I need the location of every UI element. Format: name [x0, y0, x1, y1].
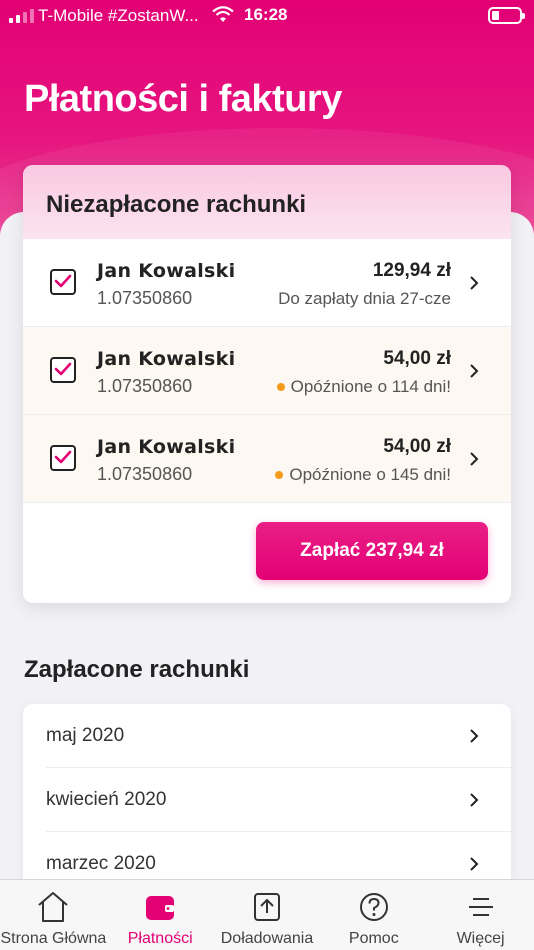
checkmark-icon: [54, 274, 72, 288]
tab-label: Pomoc: [348, 930, 399, 947]
topup-icon: [253, 893, 280, 921]
bill-checkbox[interactable]: [50, 357, 76, 383]
chevron-right-icon[interactable]: [469, 451, 479, 467]
unpaid-bills-card: Niezapłacone rachunki Jan Kowalski 1.073…: [23, 165, 511, 603]
bill-status-text: Do zapłaty dnia 27-cze: [278, 289, 451, 308]
chevron-right-icon[interactable]: [469, 363, 479, 379]
bill-account-number: 1.07350860: [97, 288, 193, 308]
bill-status: Opóźnione o 145 dni!: [275, 465, 451, 485]
wallet-icon: [146, 896, 175, 920]
checkmark-icon: [54, 450, 72, 464]
tab-help[interactable]: Pomoc: [320, 880, 427, 950]
paid-bills-title: Zapłacone rachunki: [24, 656, 250, 683]
help-icon: [359, 893, 388, 921]
carrier-name: T-Mobile #ZostanW...: [38, 6, 199, 25]
month-item[interactable]: maj 2020: [46, 704, 511, 768]
chevron-right-icon[interactable]: [469, 792, 479, 808]
tab-label: Więcej: [456, 930, 505, 947]
bill-status-text: Opóźnione o 145 dni!: [289, 465, 451, 484]
clock: 16:28: [244, 5, 288, 24]
bill-account-number: 1.07350860: [97, 376, 193, 396]
bill-amount: 54,00 zł: [383, 436, 451, 457]
bill-account-number: 1.07350860: [97, 464, 193, 484]
pay-button[interactable]: Zapłać 237,94 zł: [256, 522, 488, 580]
tab-label: Doładowania: [220, 930, 314, 947]
bill-holder-name: Jan Kowalski: [97, 260, 236, 282]
chevron-right-icon[interactable]: [469, 275, 479, 291]
chevron-right-icon[interactable]: [469, 728, 479, 744]
month-item[interactable]: kwiecień 2020: [46, 768, 511, 832]
bill-row[interactable]: Jan Kowalski 1.07350860 54,00 zł Opóźnio…: [23, 415, 511, 503]
month-label: kwiecień 2020: [46, 789, 167, 810]
signal-icon: [9, 9, 34, 23]
overdue-dot-icon: [276, 383, 285, 391]
bill-status: Do zapłaty dnia 27-cze: [278, 289, 451, 309]
checkmark-icon: [54, 362, 72, 376]
wifi-icon: [212, 6, 234, 22]
status-bar: T-Mobile #ZostanW... 16:28: [0, 0, 534, 32]
bill-checkbox[interactable]: [50, 269, 76, 295]
bill-checkbox[interactable]: [50, 445, 76, 471]
bill-amount: 129,94 zł: [372, 260, 451, 281]
tab-home[interactable]: Strona Główna: [0, 880, 107, 950]
tab-label: Płatności: [127, 930, 193, 947]
home-icon: [38, 892, 69, 922]
bill-status-text: Opóźnione o 114 dni!: [290, 377, 451, 396]
bill-holder-name: Jan Kowalski: [97, 348, 236, 370]
overdue-dot-icon: [275, 471, 284, 479]
tab-payments[interactable]: Płatności: [107, 880, 214, 950]
bill-amount: 54,00 zł: [383, 348, 451, 369]
battery-icon: [488, 7, 525, 24]
paid-bills-list: maj 2020 kwiecień 2020 marzec 2020: [23, 704, 511, 904]
month-label: marzec 2020: [46, 853, 156, 874]
tab-more[interactable]: Więcej: [427, 880, 534, 950]
chevron-right-icon[interactable]: [469, 856, 479, 872]
page-title: Płatności i faktury: [24, 78, 342, 120]
bill-holder-name: Jan Kowalski: [97, 436, 236, 458]
bill-row[interactable]: Jan Kowalski 1.07350860 129,94 zł Do zap…: [23, 239, 511, 327]
menu-icon: [468, 898, 493, 916]
bill-status: Opóźnione o 114 dni!: [276, 377, 451, 397]
tab-topup[interactable]: Doładowania: [214, 880, 321, 950]
bill-row[interactable]: Jan Kowalski 1.07350860 54,00 zł Opóźnio…: [23, 327, 511, 415]
month-label: maj 2020: [46, 725, 125, 746]
tab-bar: Strona Główna Płatności Doładowania Pomo…: [0, 879, 534, 950]
unpaid-bills-title: Niezapłacone rachunki: [23, 165, 511, 239]
tab-label: Strona Główna: [0, 930, 107, 947]
